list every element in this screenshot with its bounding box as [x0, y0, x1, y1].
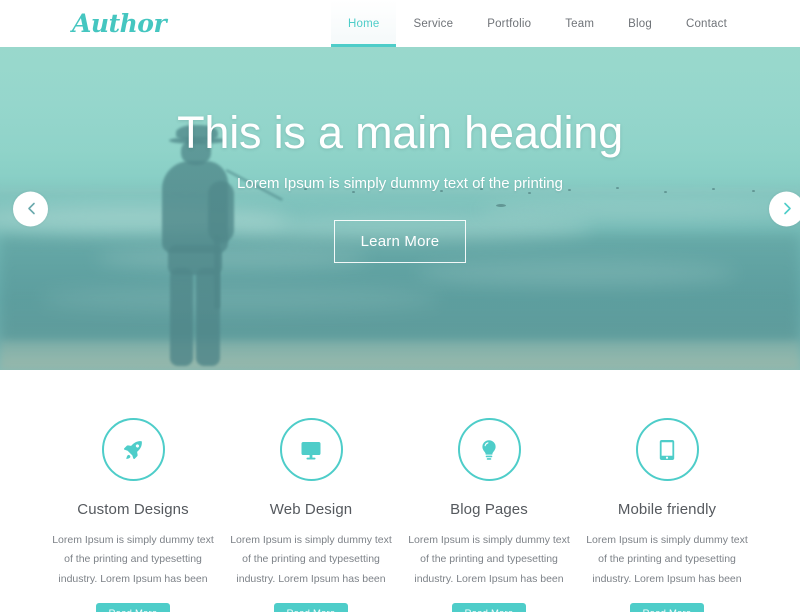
feature-icon-ring [101, 418, 165, 481]
hero-content: This is a main heading Lorem Ipsum is si… [0, 47, 800, 370]
lightbulb-icon [477, 438, 501, 462]
site-logo[interactable]: Author [72, 11, 167, 36]
feature-card-custom-designs: Custom Designs Lorem Ipsum is simply dum… [44, 418, 222, 612]
read-more-button[interactable]: Read More [95, 603, 171, 612]
hero-carousel: This is a main heading Lorem Ipsum is si… [0, 47, 800, 370]
feature-card-web-design: Web Design Lorem Ipsum is simply dummy t… [222, 418, 400, 612]
feature-icon-ring [635, 418, 699, 481]
nav-item-portfolio[interactable]: Portfolio [470, 0, 548, 47]
feature-title: Web Design [269, 501, 353, 518]
rocket-icon [121, 438, 145, 462]
nav-item-blog[interactable]: Blog [611, 0, 669, 47]
hero-heading: This is a main heading [177, 107, 623, 158]
feature-icon-ring [279, 418, 343, 481]
read-more-button[interactable]: Read More [273, 603, 349, 612]
chevron-left-icon [25, 202, 37, 216]
feature-title: Custom Designs [77, 501, 189, 518]
features-section: Custom Designs Lorem Ipsum is simply dum… [0, 370, 800, 612]
hero-subtitle: Lorem Ipsum is simply dummy text of the … [237, 175, 563, 193]
feature-description: Lorem Ipsum is simply dummy text of the … [230, 534, 392, 585]
feature-description: Lorem Ipsum is simply dummy text of the … [52, 534, 214, 585]
feature-description: Lorem Ipsum is simply dummy text of the … [586, 534, 748, 585]
carousel-prev-button[interactable] [13, 191, 48, 226]
main-nav: Home Service Portfolio Team Blog Contact [330, 0, 744, 47]
chevron-right-icon [781, 202, 793, 216]
nav-item-service[interactable]: Service [396, 0, 470, 47]
nav-item-contact[interactable]: Contact [669, 0, 744, 47]
feature-card-mobile-friendly: Mobile friendly Lorem Ipsum is simply du… [578, 418, 756, 612]
feature-title: Blog Pages [450, 501, 528, 518]
nav-item-home[interactable]: Home [330, 0, 397, 47]
feature-title: Mobile friendly [617, 501, 717, 518]
feature-description: Lorem Ipsum is simply dummy text of the … [408, 534, 570, 585]
feature-icon-ring [457, 418, 521, 481]
desktop-monitor-icon [299, 438, 323, 462]
feature-card-blog-pages: Blog Pages Lorem Ipsum is simply dummy t… [400, 418, 578, 612]
tablet-icon [655, 438, 679, 462]
site-header: Author Home Service Portfolio Team Blog … [0, 0, 800, 47]
read-more-button[interactable]: Read More [629, 603, 705, 612]
nav-item-team[interactable]: Team [548, 0, 611, 47]
carousel-next-button[interactable] [769, 191, 800, 226]
learn-more-button[interactable]: Learn More [334, 219, 466, 263]
read-more-button[interactable]: Read More [451, 603, 527, 612]
